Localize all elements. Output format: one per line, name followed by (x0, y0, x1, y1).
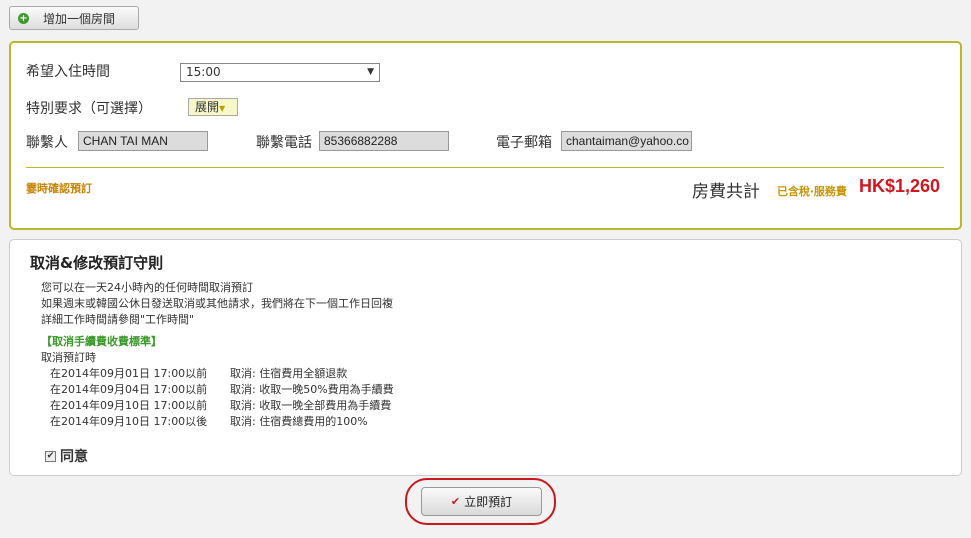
expand-label: 展開 (195, 100, 220, 114)
email-label: 電子郵箱 (496, 135, 552, 151)
agree-checkbox-row[interactable]: ✔ 同意 (45, 446, 88, 466)
contact-label: 聯繫人 (26, 135, 68, 151)
expand-button[interactable]: 展開▼ (188, 98, 238, 116)
checkin-time-label: 希望入住時間 (26, 64, 110, 80)
total-amount: HK$1,260 (859, 176, 941, 196)
instant-confirm-badge: 霎時確認預訂 (26, 182, 92, 195)
policy-line: 如果週末或韓國公休日發送取消或其他請求，我們將在下一個工作日回複 (41, 297, 393, 310)
cancellation-policy-panel: 取消&修改預訂守則 您可以在一天24小時內的任何時間取消預訂 如果週末或韓國公休… (9, 239, 962, 476)
phone-label: 聯繫電話 (256, 135, 312, 151)
checkmark-icon: ✔ (450, 495, 461, 508)
agree-checkbox[interactable]: ✔ (45, 450, 56, 462)
book-now-button[interactable]: ✔ 立即預訂 (421, 487, 542, 516)
email-field[interactable]: chantaiman@yahoo.co (561, 131, 692, 151)
plus-icon: + (18, 12, 29, 24)
agree-label: 同意 (60, 449, 88, 465)
divider (26, 167, 944, 168)
policy-title: 取消&修改預訂守則 (30, 254, 164, 272)
policy-row: 在2014年09月10日 17:00以前 取消: 收取一晚全部費用為手續費 (50, 397, 391, 413)
add-room-button[interactable]: + 增加一個房間 (9, 6, 139, 30)
checkin-time-value: 15:00 (186, 65, 221, 79)
add-room-label: 增加一個房間 (43, 11, 116, 26)
checkin-time-select[interactable]: 15:00 ▼ (180, 63, 380, 82)
phone-field[interactable]: 85366882288 (319, 131, 449, 151)
dropdown-arrow-icon: ▼ (367, 67, 374, 77)
policy-row-what: 取消: 住宿費用全額退款 (230, 367, 348, 380)
special-request-label: 特別要求（可選擇） (26, 101, 152, 117)
policy-row-what: 取消: 住宿費總費用的100% (230, 415, 368, 428)
book-now-label: 立即預訂 (464, 495, 513, 509)
policy-row-when: 在2014年09月04日 17:00以前 (50, 383, 208, 396)
cancel-time-header: 取消預訂時 (41, 351, 96, 364)
policy-line: 您可以在一天24小時內的任何時間取消預訂 (41, 281, 253, 294)
policy-row: 在2014年09月04日 17:00以前 取消: 收取一晚50%費用為手續費 (50, 381, 394, 397)
chevron-down-icon: ▼ (219, 104, 226, 113)
policy-row-what: 取消: 收取一晚全部費用為手續費 (230, 399, 392, 412)
policy-row-when: 在2014年09月10日 17:00以前 (50, 399, 208, 412)
policy-row: 在2014年09月10日 17:00以後 取消: 住宿費總費用的100% (50, 413, 368, 429)
booking-panel: 希望入住時間 15:00 ▼ 特別要求（可選擇） 展開▼ 聯繫人 CHAN TA… (9, 41, 962, 230)
policy-row-when: 在2014年09月01日 17:00以前 (50, 367, 208, 380)
tax-note: 已含稅‧服務費 (777, 185, 847, 198)
policy-row-what: 取消: 收取一晚50%費用為手續費 (230, 383, 394, 396)
policy-line: 詳細工作時間請參閱"工作時間" (41, 313, 195, 326)
total-label: 房費共計 (692, 182, 760, 202)
fee-standard-header: 【取消手續費收費標準】 (41, 335, 162, 348)
policy-row-when: 在2014年09月10日 17:00以後 (50, 415, 208, 428)
contact-name-field[interactable]: CHAN TAI MAN (78, 131, 208, 151)
policy-row: 在2014年09月01日 17:00以前 取消: 住宿費用全額退款 (50, 365, 347, 381)
